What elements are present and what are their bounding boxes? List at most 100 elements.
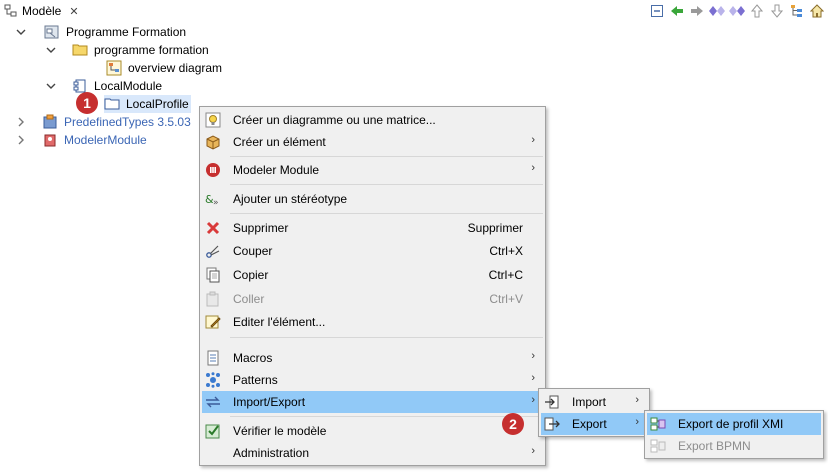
menu-label: Import/Export — [233, 395, 306, 409]
submenu-arrow-icon: › — [531, 350, 535, 362]
tree-item-folder[interactable]: programme formation — [44, 41, 209, 59]
menu-label: Patterns — [233, 373, 278, 387]
verify-icon — [205, 424, 220, 439]
back-icon[interactable] — [668, 2, 686, 20]
export-bpmn-icon — [650, 439, 666, 453]
menu-item-modeler-module[interactable]: Modeler Module › — [202, 159, 543, 181]
chevron-right-icon[interactable] — [14, 115, 28, 129]
paste-icon — [206, 291, 219, 307]
menu-separator — [230, 416, 543, 417]
submenu-arrow-icon: › — [531, 445, 535, 457]
profile-folder-icon — [104, 98, 120, 110]
down-icon[interactable] — [768, 2, 786, 20]
step-badge-2: 2 — [502, 413, 524, 435]
menu-label: Vérifier le modèle — [233, 424, 327, 438]
menu-label: Import — [572, 395, 607, 409]
menu-item-patterns[interactable]: Patterns › — [202, 369, 543, 391]
menu-separator — [230, 184, 543, 185]
tree-label: PredefinedTypes 3.5.03 — [64, 115, 191, 129]
export-xmi-icon — [650, 417, 666, 431]
box-icon — [206, 135, 220, 150]
menu-label: Modeler Module — [233, 163, 320, 177]
menu-item-create-diagram[interactable]: Créer un diagramme ou une matrice... — [202, 109, 543, 131]
menu-item-cut[interactable]: Couper Ctrl+X — [202, 240, 543, 262]
menu-item-export-bpmn[interactable]: Export BPMN — [647, 435, 821, 457]
chevron-down-icon[interactable] — [44, 43, 58, 57]
menu-label: Export — [572, 417, 607, 431]
modeler-module-icon — [44, 134, 56, 147]
context-menu: Créer un diagramme ou une matrice... Cré… — [199, 106, 546, 466]
tree-item-modeler-module[interactable]: ModelerModule — [14, 131, 147, 149]
tree-icon[interactable] — [788, 2, 806, 20]
chevron-down-icon[interactable] — [14, 25, 28, 39]
tab-modele[interactable]: Modèle ✕ — [0, 0, 83, 22]
tab-title: Modèle — [22, 4, 62, 18]
menu-item-export[interactable]: Export › — [541, 413, 647, 435]
modeler-module-icon — [206, 163, 220, 177]
tree-label: LocalProfile — [126, 97, 189, 111]
import-export-submenu: Import › Export › — [538, 388, 650, 437]
view-tab-bar: Modèle ✕ — [0, 0, 828, 22]
menu-item-delete[interactable]: Supprimer Supprimer — [202, 217, 543, 239]
export-icon — [544, 417, 560, 431]
menu-label: Créer un élément — [233, 135, 326, 149]
macros-icon — [207, 350, 219, 366]
link-diamond-icon[interactable] — [708, 2, 726, 20]
chevron-down-icon[interactable] — [44, 79, 58, 93]
menu-label: Supprimer — [233, 221, 289, 235]
menu-separator — [230, 213, 543, 214]
tree-item-local-module[interactable]: LocalModule — [44, 77, 162, 95]
collapse-all-icon[interactable] — [648, 2, 666, 20]
tree-label: ModelerModule — [64, 133, 147, 147]
menu-item-import-export[interactable]: Import/Export › — [202, 391, 543, 413]
home-icon[interactable] — [808, 2, 826, 20]
submenu-arrow-icon: › — [635, 394, 639, 406]
menu-item-create-element[interactable]: Créer un élément › — [202, 131, 543, 153]
menu-item-copy[interactable]: Copier Ctrl+C — [202, 264, 543, 286]
menu-item-macros[interactable]: Macros › — [202, 347, 543, 369]
diagram-icon — [106, 60, 122, 76]
menu-label: Export BPMN — [678, 439, 751, 453]
import-export-icon — [206, 396, 220, 408]
lightbulb-icon — [205, 112, 221, 128]
export-submenu: Export de profil XMI Export BPMN — [644, 410, 824, 459]
menu-label: Copier — [233, 268, 269, 282]
menu-item-add-stereotype[interactable]: & » Ajouter un stéréotype — [202, 188, 543, 210]
model-tab-icon — [4, 4, 17, 17]
menu-shortcut: Ctrl+C — [488, 268, 523, 282]
tree-label: LocalModule — [94, 79, 163, 93]
tree-label: programme formation — [94, 43, 209, 57]
edit-icon — [205, 315, 221, 329]
view-toolbar — [648, 2, 826, 20]
menu-separator — [230, 156, 543, 157]
tree-item-local-profile[interactable]: LocalProfile — [104, 95, 191, 113]
tree-label: overview diagram — [128, 61, 223, 75]
close-icon[interactable]: ✕ — [69, 5, 78, 18]
menu-shortcut: Ctrl+V — [489, 292, 523, 306]
menu-label: Créer un diagramme ou une matrice... — [233, 113, 436, 127]
menu-label: Export de profil XMI — [678, 417, 784, 431]
menu-item-verify[interactable]: Vérifier le modèle — [202, 420, 543, 442]
package-icon — [43, 114, 57, 129]
stereotype-icon: & » — [205, 193, 219, 207]
scissors-icon — [206, 245, 220, 258]
delete-icon — [206, 221, 220, 235]
menu-item-edit[interactable]: Editer l'élément... — [202, 311, 543, 333]
tree-item-predefined-types[interactable]: PredefinedTypes 3.5.03 — [14, 113, 191, 131]
link-diamond2-icon[interactable] — [728, 2, 746, 20]
menu-label: Ajouter un stéréotype — [233, 192, 348, 206]
menu-item-import[interactable]: Import › — [541, 391, 647, 413]
chevron-right-icon[interactable] — [14, 133, 28, 147]
submenu-arrow-icon: › — [531, 372, 535, 384]
up-icon[interactable] — [748, 2, 766, 20]
menu-separator — [230, 337, 543, 338]
menu-shortcut: Supprimer — [467, 221, 523, 235]
menu-item-paste[interactable]: Coller Ctrl+V — [202, 288, 543, 310]
tree-item-diagram[interactable]: overview diagram — [106, 59, 222, 77]
tree-item-programme-formation[interactable]: Programme Formation — [14, 23, 186, 41]
project-icon — [44, 25, 59, 39]
submenu-arrow-icon: › — [531, 134, 535, 146]
menu-item-administration[interactable]: Administration › — [202, 442, 543, 464]
menu-item-export-xmi[interactable]: Export de profil XMI — [647, 413, 821, 435]
forward-icon[interactable] — [688, 2, 706, 20]
